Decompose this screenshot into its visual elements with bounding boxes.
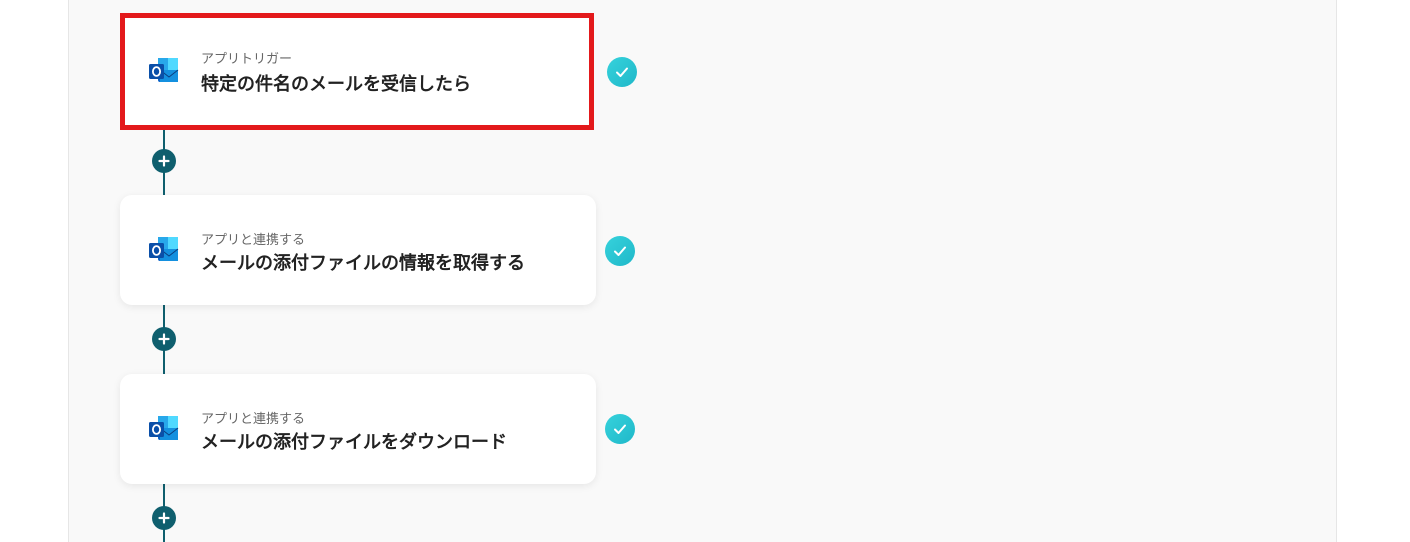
step-complete-check	[605, 414, 635, 444]
step-type-label: アプリトリガー	[201, 52, 293, 67]
outlook-icon	[148, 56, 180, 86]
check-icon	[614, 424, 626, 434]
step-title: メールの添付ファイルをダウンロード	[201, 432, 507, 453]
step-complete-check	[605, 236, 635, 266]
flow-step-card[interactable]: アプリと連携する メールの添付ファイルをダウンロード	[120, 374, 596, 484]
check-icon	[616, 67, 628, 77]
plus-icon	[158, 333, 170, 345]
add-step-button[interactable]	[152, 506, 176, 530]
plus-icon	[158, 155, 170, 167]
plus-icon	[158, 512, 170, 524]
add-step-button[interactable]	[152, 149, 176, 173]
step-complete-check	[607, 57, 637, 87]
step-type-label: アプリと連携する	[201, 233, 306, 248]
flow-step-card-trigger[interactable]: アプリトリガー 特定の件名のメールを受信したら	[120, 13, 594, 130]
outlook-icon	[148, 414, 180, 444]
flow-step-card[interactable]: アプリと連携する メールの添付ファイルの情報を取得する	[120, 195, 596, 305]
step-type-label: アプリと連携する	[201, 412, 306, 427]
step-title: 特定の件名のメールを受信したら	[201, 74, 471, 95]
check-icon	[614, 246, 626, 256]
outlook-icon	[148, 235, 180, 265]
step-title: メールの添付ファイルの情報を取得する	[201, 253, 525, 274]
add-step-button[interactable]	[152, 327, 176, 351]
